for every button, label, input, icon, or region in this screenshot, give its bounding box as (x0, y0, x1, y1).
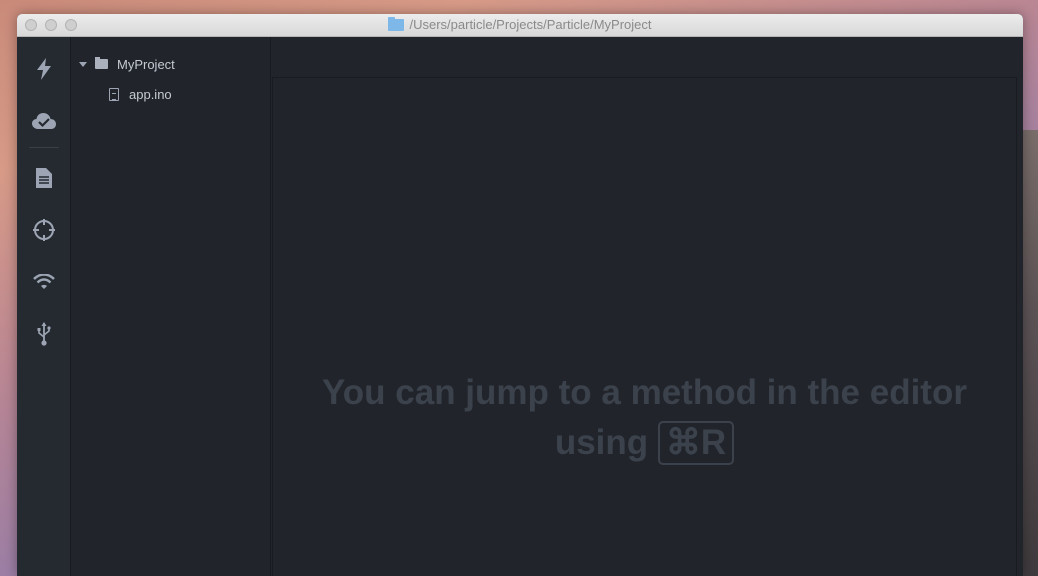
window-title: /Users/particle/Projects/Particle/MyProj… (17, 16, 1023, 32)
app-window: /Users/particle/Projects/Particle/MyProj… (17, 14, 1023, 576)
toolbar-divider (28, 147, 59, 148)
window-title-text: /Users/particle/Projects/Particle/MyProj… (409, 17, 652, 32)
devices-button[interactable] (17, 204, 71, 256)
hint-line-2: using ⌘R (273, 418, 1016, 468)
main-content: MyProject app.ino You can jump to a meth… (17, 37, 1023, 576)
folder-label: MyProject (117, 56, 175, 72)
flash-icon (36, 58, 51, 80)
file-label: app.ino (129, 86, 172, 102)
usb-button[interactable] (17, 308, 71, 360)
usb-icon (37, 322, 51, 346)
title-bar: /Users/particle/Projects/Particle/MyProj… (17, 14, 1023, 37)
wifi-button[interactable] (17, 256, 71, 308)
verify-button[interactable] (17, 95, 71, 147)
keyboard-shortcut: ⌘R (657, 421, 735, 465)
hint-line-1: You can jump to a method in the editor (322, 373, 967, 412)
cloud-check-icon (31, 113, 56, 129)
project-tree: MyProject app.ino (71, 37, 271, 576)
tree-root-folder[interactable]: MyProject (71, 53, 270, 75)
empty-editor-hint: You can jump to a method in the editor u… (273, 368, 1016, 468)
left-toolbar (17, 37, 71, 576)
wifi-icon (32, 274, 55, 289)
flash-button[interactable] (17, 43, 71, 95)
file-icon (109, 87, 119, 101)
docs-button[interactable] (17, 152, 71, 204)
crosshair-icon (32, 219, 55, 241)
document-icon (35, 168, 52, 188)
chevron-down-icon[interactable] (79, 61, 87, 67)
editor-area: You can jump to a method in the editor u… (271, 37, 1023, 576)
hint-prefix: using (554, 423, 649, 462)
tree-file-item[interactable]: app.ino (71, 83, 270, 105)
editor-pane[interactable]: You can jump to a method in the editor u… (272, 77, 1017, 576)
folder-icon (95, 57, 108, 69)
folder-icon (388, 16, 405, 31)
